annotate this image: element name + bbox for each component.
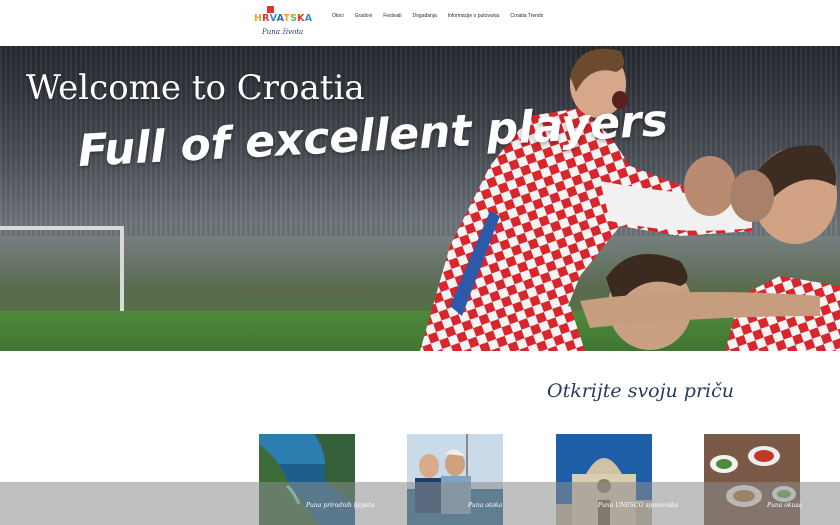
nav-item-dogadanja[interactable]: Događanja	[413, 13, 437, 19]
card-label-unesco: Puna UNESCO spomenika	[598, 502, 679, 509]
discover-title: Otkrijte svoju priču	[547, 380, 734, 402]
card-label-nature: Puna prirodnih ljepota	[306, 502, 375, 509]
card-label-islands: Puna otoka	[468, 502, 503, 509]
logo-tagline: Puna života	[262, 28, 304, 36]
logo-square-icon	[267, 6, 274, 13]
players-celebrating-image	[420, 48, 840, 351]
hrvatska-logo[interactable]: HRVATSKA Puna života	[254, 4, 313, 40]
nav-item-otoci[interactable]: Otoci	[332, 13, 344, 19]
nav-item-croatia-trends[interactable]: Croatia Trends	[510, 13, 543, 19]
hero-banner: Welcome to Croatia Full of excellent pla…	[0, 46, 840, 351]
hero-title: Welcome to Croatia	[26, 68, 365, 108]
nav-item-festivali[interactable]: Festivali	[383, 13, 401, 19]
main-nav: Otoci Gradovi Festivali Događanja Inform…	[332, 13, 543, 19]
card-label-flavors: Puna okusa	[767, 502, 803, 509]
logo-wordmark: HRVATSKA	[254, 13, 313, 24]
cards-overlay-band	[0, 482, 840, 525]
site-header: HRVATSKA Puna života Otoci Gradovi Festi…	[0, 0, 840, 46]
nav-item-gradovi[interactable]: Gradovi	[355, 13, 373, 19]
nav-item-informacije[interactable]: Informacije o putovanju	[448, 13, 500, 19]
